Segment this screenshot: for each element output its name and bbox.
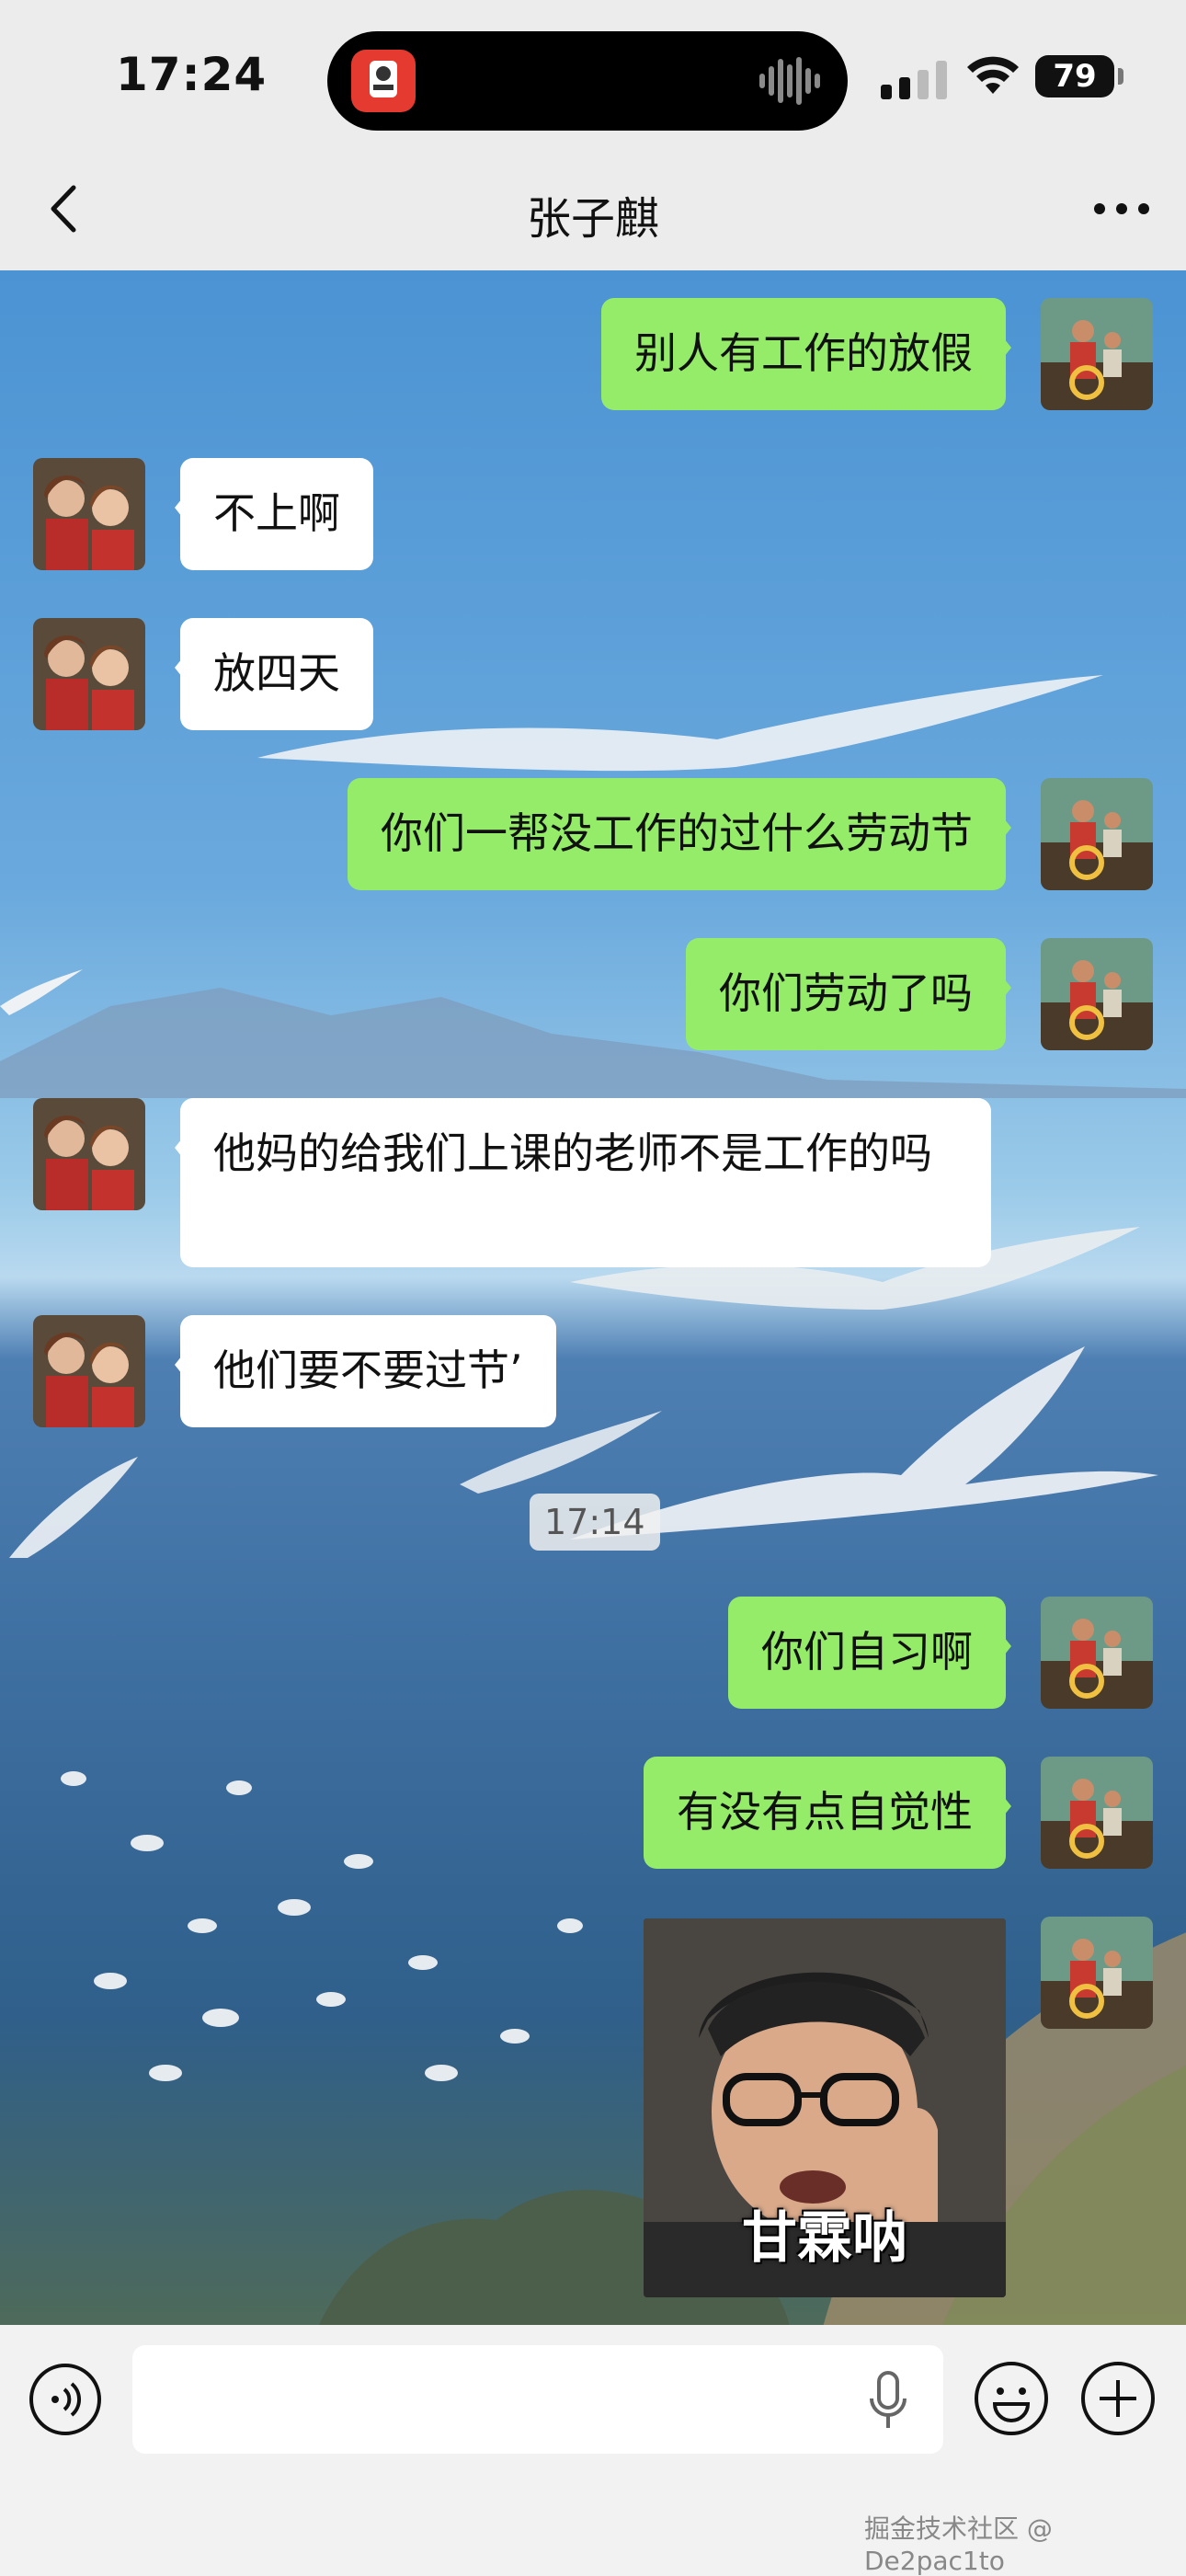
message-bubble-received[interactable]: 放四天	[175, 618, 373, 730]
chat-background[interactable]: 别人有工作的放假 不上啊 放四天 你们一帮没工作的过什么劳动节 你们劳动了吗 他…	[0, 270, 1186, 2325]
chat-header: 张子麒	[0, 147, 1186, 270]
status-bar: 17:24 79	[0, 0, 1186, 147]
chat-title: 张子麒	[526, 193, 659, 245]
my-avatar[interactable]	[1041, 1597, 1153, 1709]
dynamic-island[interactable]	[327, 31, 848, 131]
microphone-icon[interactable]	[870, 2371, 907, 2430]
message-bubble-received[interactable]: 他们要不要过节’	[175, 1315, 556, 1427]
sticker-message[interactable]: 甘霖呐	[644, 1918, 1006, 2297]
message-input[interactable]	[132, 2345, 943, 2454]
message-timestamp: 17:14	[530, 1494, 660, 1551]
message-bubble-received[interactable]: 他妈的给我们上课的老师不是工作的吗	[175, 1098, 991, 1267]
floating-gulls-decoration	[61, 1771, 583, 2081]
message-bubble-sent[interactable]: 你们一帮没工作的过什么劳动节	[348, 778, 1011, 890]
mountain-silhouette	[0, 988, 1186, 1098]
my-avatar[interactable]	[1041, 298, 1153, 410]
wifi-icon	[967, 56, 1019, 94]
emoji-icon[interactable]	[973, 2360, 1050, 2437]
now-playing-app-icon[interactable]	[351, 50, 416, 112]
my-avatar[interactable]	[1041, 1917, 1153, 2029]
my-avatar[interactable]	[1041, 938, 1153, 1050]
add-attachment-icon[interactable]	[1079, 2360, 1157, 2437]
message-bubble-received[interactable]: 不上啊	[175, 458, 373, 570]
voice-mode-icon[interactable]	[28, 2362, 103, 2437]
message-bubble-sent[interactable]: 别人有工作的放假	[601, 298, 1011, 410]
watermark: 掘金技术社区 @ De2pac1to	[864, 2513, 1053, 2576]
contact-avatar[interactable]	[33, 1098, 145, 1210]
my-avatar[interactable]	[1041, 778, 1153, 890]
contact-avatar[interactable]	[33, 618, 145, 730]
contact-avatar[interactable]	[33, 458, 145, 570]
battery-indicator: 79	[1035, 55, 1123, 97]
message-bubble-sent[interactable]: 你们自习啊	[728, 1597, 1011, 1709]
sticker-caption: 甘霖呐	[742, 2206, 907, 2271]
more-options-icon[interactable]	[1085, 178, 1158, 239]
audio-wave-icon	[759, 57, 820, 105]
contact-avatar[interactable]	[33, 1315, 145, 1427]
seagull-decoration	[0, 969, 83, 1015]
cellular-signal-icon	[881, 61, 947, 99]
message-bubble-sent[interactable]: 你们劳动了吗	[686, 938, 1011, 1050]
message-bubble-sent[interactable]: 有没有点自觉性	[644, 1757, 1011, 1869]
seagull-decoration	[9, 1457, 138, 1558]
status-time: 17:24	[116, 48, 268, 101]
my-avatar[interactable]	[1041, 1757, 1153, 1869]
seagull-decoration	[257, 675, 1103, 772]
